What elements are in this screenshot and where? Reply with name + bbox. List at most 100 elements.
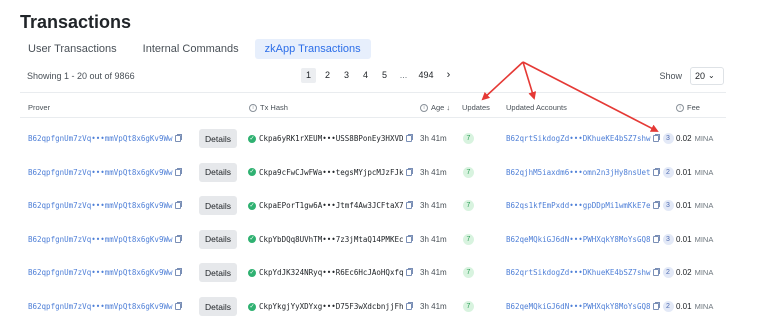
copy-icon[interactable] xyxy=(174,134,182,142)
prover-link[interactable]: B62qpfgnUm7zVq•••mmVpQt8x6gKv9Ww xyxy=(28,134,173,143)
account-count-badge[interactable]: 2 xyxy=(662,301,674,312)
copy-icon[interactable] xyxy=(174,302,182,310)
column-header-updates[interactable]: Updates xyxy=(462,103,490,112)
page-last-button[interactable]: 494 xyxy=(415,68,437,83)
fee-unit: MINA xyxy=(694,268,714,278)
updated-account-cell: B62qjhM5iaxdm6•••omn2n3jHy8nsUet 2 xyxy=(506,156,674,189)
prover-cell: B62qpfgnUm7zVq•••mmVpQt8x6gKv9Ww xyxy=(28,223,182,256)
account-link[interactable]: B62qjhM5iaxdm6•••omn2n3jHy8nsUet xyxy=(506,168,651,177)
copy-icon[interactable] xyxy=(405,302,413,310)
page-1-button[interactable]: 1 xyxy=(301,68,316,83)
details-cell: Details xyxy=(199,189,237,222)
copy-icon[interactable] xyxy=(652,234,660,243)
copy-icon[interactable] xyxy=(174,268,182,277)
age-cell: 3h 41m xyxy=(420,234,447,244)
copy-icon[interactable] xyxy=(405,167,413,176)
copy-icon[interactable] xyxy=(405,134,413,142)
tab-user-transactions[interactable]: User Transactions xyxy=(18,39,127,59)
account-count-badge[interactable]: 3 xyxy=(662,133,674,144)
account-link[interactable]: B62qeMQkiGJ6dN•••PWHXqkY8MoYsGQ8 xyxy=(506,235,651,244)
updates-cell: 7 xyxy=(463,189,474,222)
pagination: 1 2 3 4 5 ... 494 › xyxy=(301,68,456,83)
copy-icon[interactable] xyxy=(652,201,660,210)
column-header-fee[interactable]: i Fee xyxy=(676,103,700,112)
fee-unit: MINA xyxy=(694,234,714,244)
updates-cell: 7 xyxy=(463,122,474,155)
tab-zkapp-transactions[interactable]: zkApp Transactions xyxy=(254,39,371,59)
column-header-updated-accounts[interactable]: Updated Accounts xyxy=(506,103,567,112)
column-header-age[interactable]: i Age ↓ xyxy=(420,103,450,112)
details-cell: Details xyxy=(199,122,237,155)
tx-hash-link[interactable]: CkpYdJK324NRyq•••R6Ec6HcJAoHQxfq xyxy=(259,268,404,277)
page-size-select[interactable]: 20 ⌄ xyxy=(690,67,724,85)
prover-link[interactable]: B62qpfgnUm7zVq•••mmVpQt8x6gKv9Ww xyxy=(28,168,173,177)
copy-icon[interactable] xyxy=(652,134,660,142)
prover-link[interactable]: B62qpfgnUm7zVq•••mmVpQt8x6gKv9Ww xyxy=(28,268,173,277)
account-count-badge[interactable]: 3 xyxy=(662,233,674,245)
copy-icon[interactable] xyxy=(174,201,182,210)
page-2-button[interactable]: 2 xyxy=(320,68,335,83)
fee-unit: MINA xyxy=(694,302,714,311)
column-label: Tx Hash xyxy=(260,103,288,112)
info-icon: i xyxy=(676,103,684,112)
updates-cell: 7 xyxy=(463,256,474,289)
prover-link[interactable]: B62qpfgnUm7zVq•••mmVpQt8x6gKv9Ww xyxy=(28,235,173,244)
account-link[interactable]: B62qs1kfEmPxdd•••gpDDpMi1wmKkE7e xyxy=(506,201,651,210)
next-page-icon[interactable]: › xyxy=(441,68,456,83)
age-cell: 3h 41m xyxy=(420,201,447,211)
details-button[interactable]: Details xyxy=(199,263,237,283)
column-header-tx-hash[interactable]: i Tx Hash xyxy=(249,103,288,112)
age-cell: 3h 41m xyxy=(420,167,447,177)
account-count-badge[interactable]: 2 xyxy=(662,267,674,279)
copy-icon[interactable] xyxy=(652,268,660,277)
copy-icon[interactable] xyxy=(405,234,413,243)
tab-internal-commands[interactable]: Internal Commands xyxy=(133,39,249,59)
account-count-badge[interactable]: 2 xyxy=(662,166,674,178)
copy-icon[interactable] xyxy=(405,268,413,277)
prover-link[interactable]: B62qpfgnUm7zVq•••mmVpQt8x6gKv9Ww xyxy=(28,302,173,311)
fee-value: 0.01 xyxy=(676,234,692,244)
copy-icon[interactable] xyxy=(174,167,182,176)
copy-icon[interactable] xyxy=(652,302,660,310)
tx-hash-link[interactable]: Ckpa6yRK1rXEUM•••USS8BPonEy3HXVD xyxy=(259,134,404,143)
fee-cell: 0.01 MINA xyxy=(676,290,713,323)
prover-link[interactable]: B62qpfgnUm7zVq•••mmVpQt8x6gKv9Ww xyxy=(28,201,173,210)
account-link[interactable]: B62qrtSikdogZd•••DKhueKE4bSZ7shw xyxy=(506,268,651,277)
details-button[interactable]: Details xyxy=(199,297,237,316)
copy-icon[interactable] xyxy=(405,201,413,210)
details-button[interactable]: Details xyxy=(199,129,237,148)
divider xyxy=(20,117,726,118)
prover-cell: B62qpfgnUm7zVq•••mmVpQt8x6gKv9Ww xyxy=(28,189,182,222)
tx-hash-link[interactable]: CkpYbDQq8UVhTM•••7z3jMtaQ14PMKEc xyxy=(259,235,404,244)
details-button[interactable]: Details xyxy=(199,196,237,216)
details-button[interactable]: Details xyxy=(199,162,237,182)
fee-cell: 0.01 MINA xyxy=(676,223,713,256)
page-size-control: Show 20 ⌄ xyxy=(659,67,724,85)
check-circle-icon: ✓ xyxy=(248,168,256,177)
tx-hash-cell: ✓ CkpaEPorT1gw6A•••Jtmf4Aw3JCFtaX7 xyxy=(248,189,413,222)
table-row: B62qpfgnUm7zVq•••mmVpQt8x6gKv9Ww Details ✓… xyxy=(20,122,726,155)
tx-hash-link[interactable]: Ckpa9cFwCJwFWa•••tegsMYjpcMJzFJk xyxy=(259,168,404,177)
tx-hash-link[interactable]: CkpYkgjYyXDYxg•••D75F3wXdcbnjjFh xyxy=(259,302,404,311)
updated-account-cell: B62qeMQkiGJ6dN•••PWHXqkY8MoYsGQ8 3 xyxy=(506,223,674,256)
column-header-prover[interactable]: Prover xyxy=(28,103,50,112)
updates-cell: 7 xyxy=(463,223,474,256)
prover-cell: B62qpfgnUm7zVq•••mmVpQt8x6gKv9Ww xyxy=(28,122,182,155)
copy-icon[interactable] xyxy=(652,167,660,176)
account-link[interactable]: B62qeMQkiGJ6dN•••PWHXqkY8MoYsGQ8 xyxy=(506,302,651,311)
account-link[interactable]: B62qrtSikdogZd•••DKhueKE4bSZ7shw xyxy=(506,134,651,143)
check-circle-icon: ✓ xyxy=(248,268,256,277)
copy-icon[interactable] xyxy=(174,234,182,243)
column-label: Prover xyxy=(28,103,51,112)
tab-bar: User Transactions Internal Commands zkAp… xyxy=(18,39,371,59)
account-count-badge[interactable]: 3 xyxy=(662,200,674,212)
page-3-button[interactable]: 3 xyxy=(339,68,354,83)
annotation-arrow-account-count xyxy=(522,61,659,132)
updates-badge: 7 xyxy=(463,301,474,312)
tx-hash-link[interactable]: CkpaEPorT1gw6A•••Jtmf4Aw3JCFtaX7 xyxy=(259,201,404,210)
details-button[interactable]: Details xyxy=(199,229,237,249)
annotation-arrow-updates xyxy=(481,61,524,101)
page-4-button[interactable]: 4 xyxy=(358,68,373,83)
page-5-button[interactable]: 5 xyxy=(377,68,392,83)
fee-cell: 0.02 MINA xyxy=(676,122,713,155)
